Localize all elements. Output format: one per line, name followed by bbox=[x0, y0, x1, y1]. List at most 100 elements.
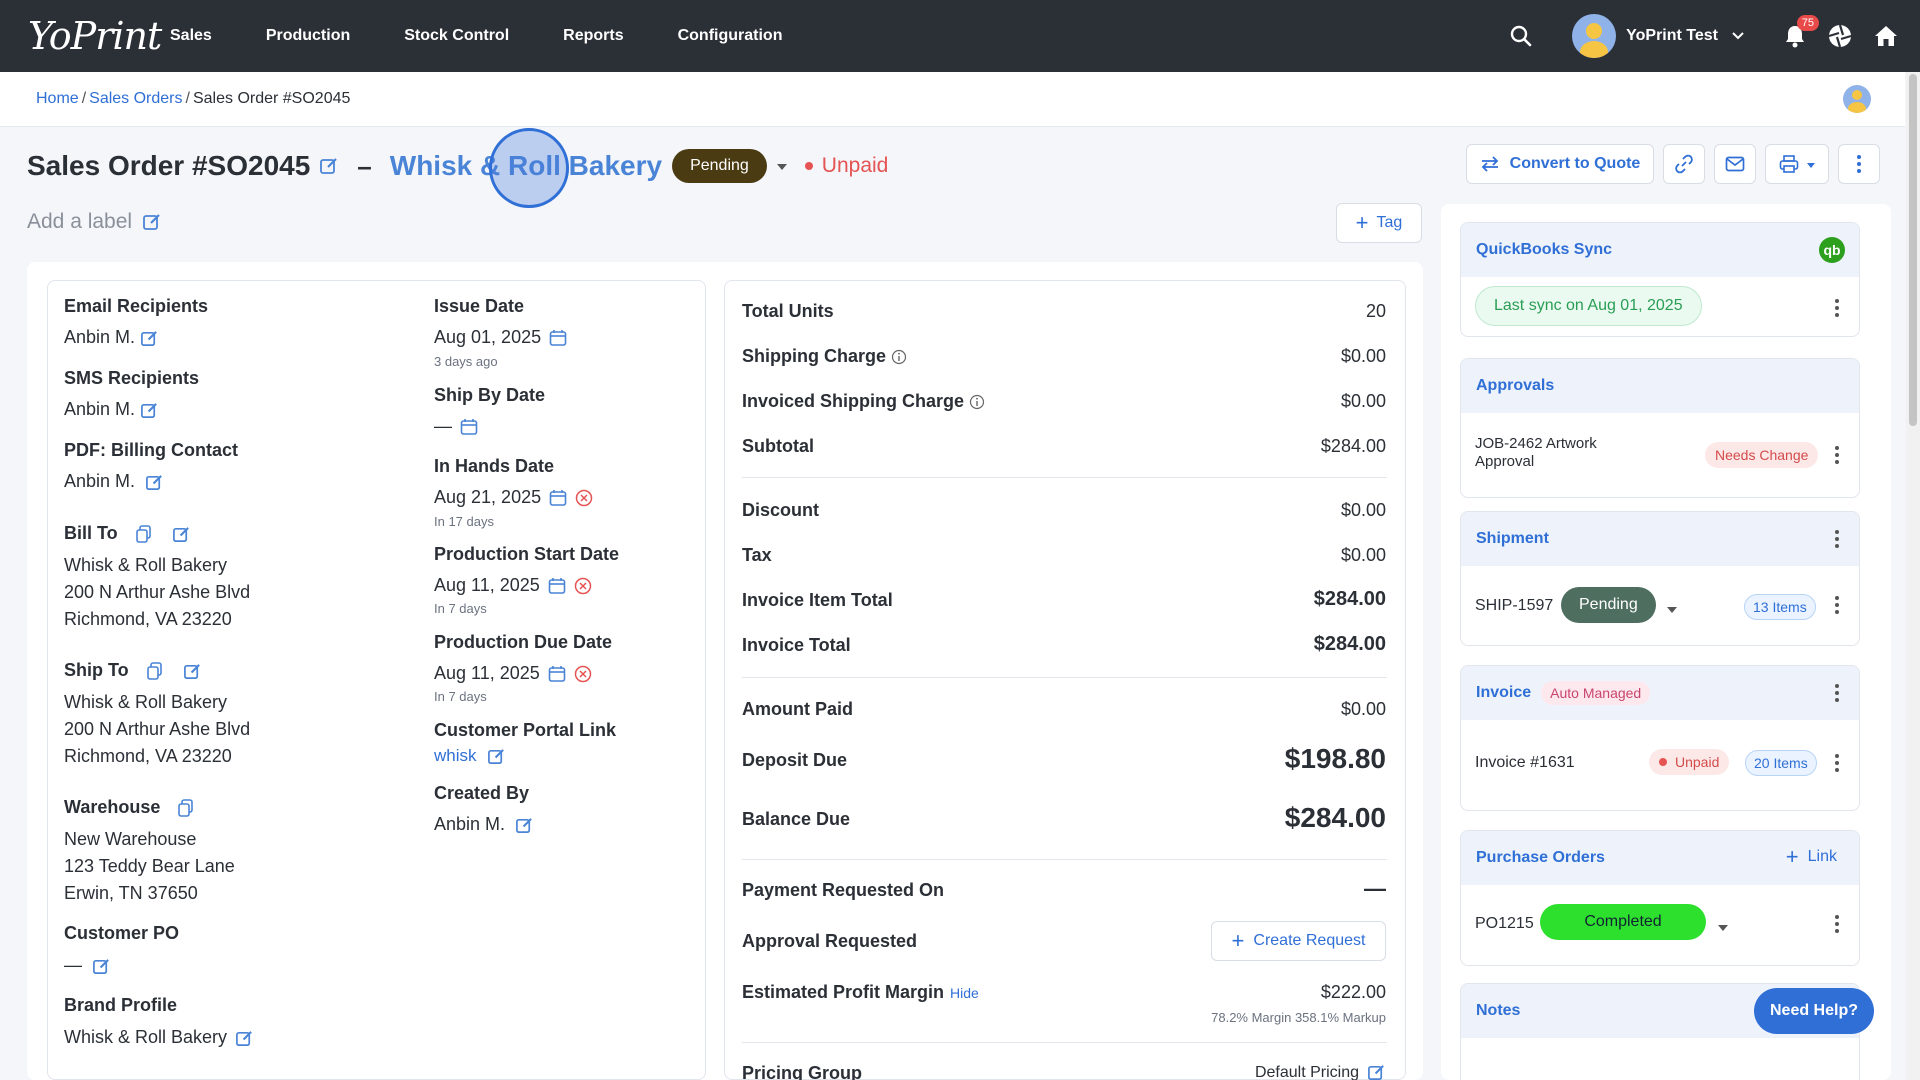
status-dropdown-icon[interactable] bbox=[776, 157, 787, 175]
edit-icon[interactable] bbox=[1367, 1063, 1386, 1080]
add-tag-button[interactable]: + Tag bbox=[1336, 203, 1422, 243]
issue-date-value[interactable]: Aug 01, 2025 bbox=[434, 327, 567, 348]
tax-label: Tax bbox=[742, 545, 772, 565]
edit-icon[interactable] bbox=[487, 746, 506, 766]
more-vertical-icon[interactable] bbox=[1835, 915, 1839, 933]
more-vertical-icon[interactable] bbox=[1835, 684, 1839, 702]
copy-icon[interactable] bbox=[135, 523, 152, 544]
breadcrumb-avatar[interactable] bbox=[1843, 85, 1871, 113]
ship-by-value[interactable]: — bbox=[434, 416, 478, 437]
edit-icon[interactable] bbox=[140, 327, 159, 348]
po-id[interactable]: PO1215 bbox=[1475, 915, 1534, 933]
discount-value: $0.00 bbox=[1340, 500, 1386, 520]
calendar-icon[interactable] bbox=[549, 327, 567, 348]
clear-date-icon[interactable] bbox=[574, 663, 592, 684]
shipment-status-badge[interactable]: Pending bbox=[1561, 587, 1656, 623]
pdf-billing-value[interactable]: Anbin M. bbox=[64, 471, 164, 492]
info-icon[interactable] bbox=[969, 391, 985, 412]
pricing-group-value[interactable]: Default Pricing bbox=[1255, 1063, 1386, 1080]
warehouse-line-3: Erwin, TN 37650 bbox=[64, 883, 198, 903]
email-recipients-value[interactable]: Anbin M. bbox=[64, 327, 159, 348]
subtotal-label: Subtotal bbox=[742, 436, 814, 456]
customer-po-value[interactable]: — bbox=[64, 955, 111, 976]
nav-configuration[interactable]: Configuration bbox=[678, 27, 783, 45]
customer-portal-link[interactable]: whisk bbox=[434, 746, 477, 766]
payment-requested-value: — bbox=[1364, 876, 1386, 901]
nav-reports[interactable]: Reports bbox=[563, 27, 623, 45]
email-button[interactable] bbox=[1714, 144, 1756, 184]
created-by-value[interactable]: Anbin M. bbox=[434, 814, 534, 835]
approval-item[interactable]: JOB-2462 Artwork Approval bbox=[1475, 435, 1635, 471]
breadcrumb-separator: / bbox=[185, 90, 190, 107]
clear-date-icon[interactable] bbox=[575, 487, 593, 508]
edit-icon[interactable] bbox=[140, 399, 159, 420]
edit-icon[interactable] bbox=[145, 471, 164, 492]
edit-icon[interactable] bbox=[92, 955, 111, 976]
calendar-icon[interactable] bbox=[548, 575, 566, 596]
total-units-label: Total Units bbox=[742, 301, 834, 321]
add-label[interactable]: Add a label bbox=[27, 210, 162, 234]
brand-profile-value[interactable]: Whisk & Roll Bakery bbox=[64, 1027, 254, 1048]
calendar-icon[interactable] bbox=[549, 487, 567, 508]
status-dropdown-icon[interactable] bbox=[1718, 918, 1728, 936]
more-vertical-icon[interactable] bbox=[1835, 299, 1839, 317]
nav-production[interactable]: Production bbox=[266, 27, 350, 45]
aperture-icon[interactable] bbox=[1828, 24, 1852, 48]
link-po-button[interactable]: + Link bbox=[1786, 846, 1837, 868]
more-vertical-icon[interactable] bbox=[1835, 754, 1839, 772]
scrollbar-thumb[interactable] bbox=[1909, 74, 1917, 426]
sms-recipients-value[interactable]: Anbin M. bbox=[64, 399, 159, 420]
edit-icon[interactable] bbox=[183, 660, 202, 681]
edit-icon[interactable] bbox=[172, 523, 191, 544]
copy-link-button[interactable] bbox=[1663, 144, 1705, 184]
breadcrumb-sales-orders[interactable]: Sales Orders bbox=[89, 90, 182, 108]
customer-po-label: Customer PO bbox=[64, 923, 180, 943]
email-recipients-label: Email Recipients bbox=[64, 296, 209, 316]
page-scrollbar[interactable] bbox=[1906, 72, 1920, 1080]
info-icon[interactable] bbox=[891, 346, 907, 367]
issue-date-label: Issue Date bbox=[434, 296, 525, 316]
edit-icon[interactable] bbox=[235, 1027, 254, 1048]
order-status-badge[interactable]: Pending bbox=[672, 149, 767, 183]
nav-sales[interactable]: Sales bbox=[170, 27, 212, 45]
calendar-icon[interactable] bbox=[460, 416, 478, 437]
po-status-badge[interactable]: Completed bbox=[1540, 904, 1706, 940]
print-button[interactable] bbox=[1765, 144, 1829, 184]
copy-icon[interactable] bbox=[178, 797, 194, 818]
more-vertical-icon[interactable] bbox=[1835, 446, 1839, 464]
invoice-item-total-label: Invoice Item Total bbox=[742, 590, 893, 610]
bill-to-label-text: Bill To bbox=[64, 523, 118, 543]
in-hands-value[interactable]: Aug 21, 2025 bbox=[434, 487, 593, 508]
create-request-button[interactable]: + Create Request bbox=[1211, 921, 1386, 961]
status-dropdown-icon[interactable] bbox=[1667, 600, 1677, 618]
hide-profit-link[interactable]: Hide bbox=[950, 985, 979, 1001]
invoice-id[interactable]: Invoice #1631 bbox=[1475, 754, 1575, 772]
user-avatar[interactable] bbox=[1572, 14, 1617, 58]
bell-icon[interactable]: 75 bbox=[1784, 15, 1819, 48]
balance-due-value: $284.00 bbox=[1284, 802, 1386, 833]
production-due-value[interactable]: Aug 11, 2025 bbox=[434, 663, 592, 684]
quickbooks-header: QuickBooks Sync qb bbox=[1461, 223, 1859, 277]
search-icon[interactable] bbox=[1510, 25, 1532, 47]
production-start-value[interactable]: Aug 11, 2025 bbox=[434, 575, 592, 596]
more-vertical-icon[interactable] bbox=[1835, 530, 1839, 548]
warehouse-line-1: New Warehouse bbox=[64, 829, 197, 849]
clear-date-icon[interactable] bbox=[574, 575, 592, 596]
copy-icon[interactable] bbox=[146, 660, 163, 681]
calendar-icon[interactable] bbox=[548, 663, 566, 684]
app-logo[interactable]: YoPrint bbox=[28, 14, 162, 58]
shipment-items-badge: 13 Items bbox=[1744, 594, 1816, 620]
user-name[interactable]: YoPrint Test bbox=[1626, 27, 1718, 45]
shipment-id[interactable]: SHIP-1597 bbox=[1475, 597, 1553, 615]
breadcrumb-home[interactable]: Home bbox=[36, 90, 79, 108]
convert-to-quote-button[interactable]: Convert to Quote bbox=[1466, 144, 1654, 184]
nav-stock-control[interactable]: Stock Control bbox=[404, 27, 509, 45]
more-vertical-icon[interactable] bbox=[1835, 596, 1839, 614]
need-help-button[interactable]: Need Help? bbox=[1754, 988, 1874, 1034]
more-options-button[interactable] bbox=[1838, 144, 1880, 184]
edit-icon[interactable] bbox=[515, 814, 534, 835]
edit-icon[interactable] bbox=[319, 156, 339, 176]
chevron-down-icon[interactable] bbox=[1732, 27, 1744, 45]
warehouse-label-text: Warehouse bbox=[64, 797, 161, 817]
home-icon[interactable] bbox=[1874, 25, 1898, 47]
